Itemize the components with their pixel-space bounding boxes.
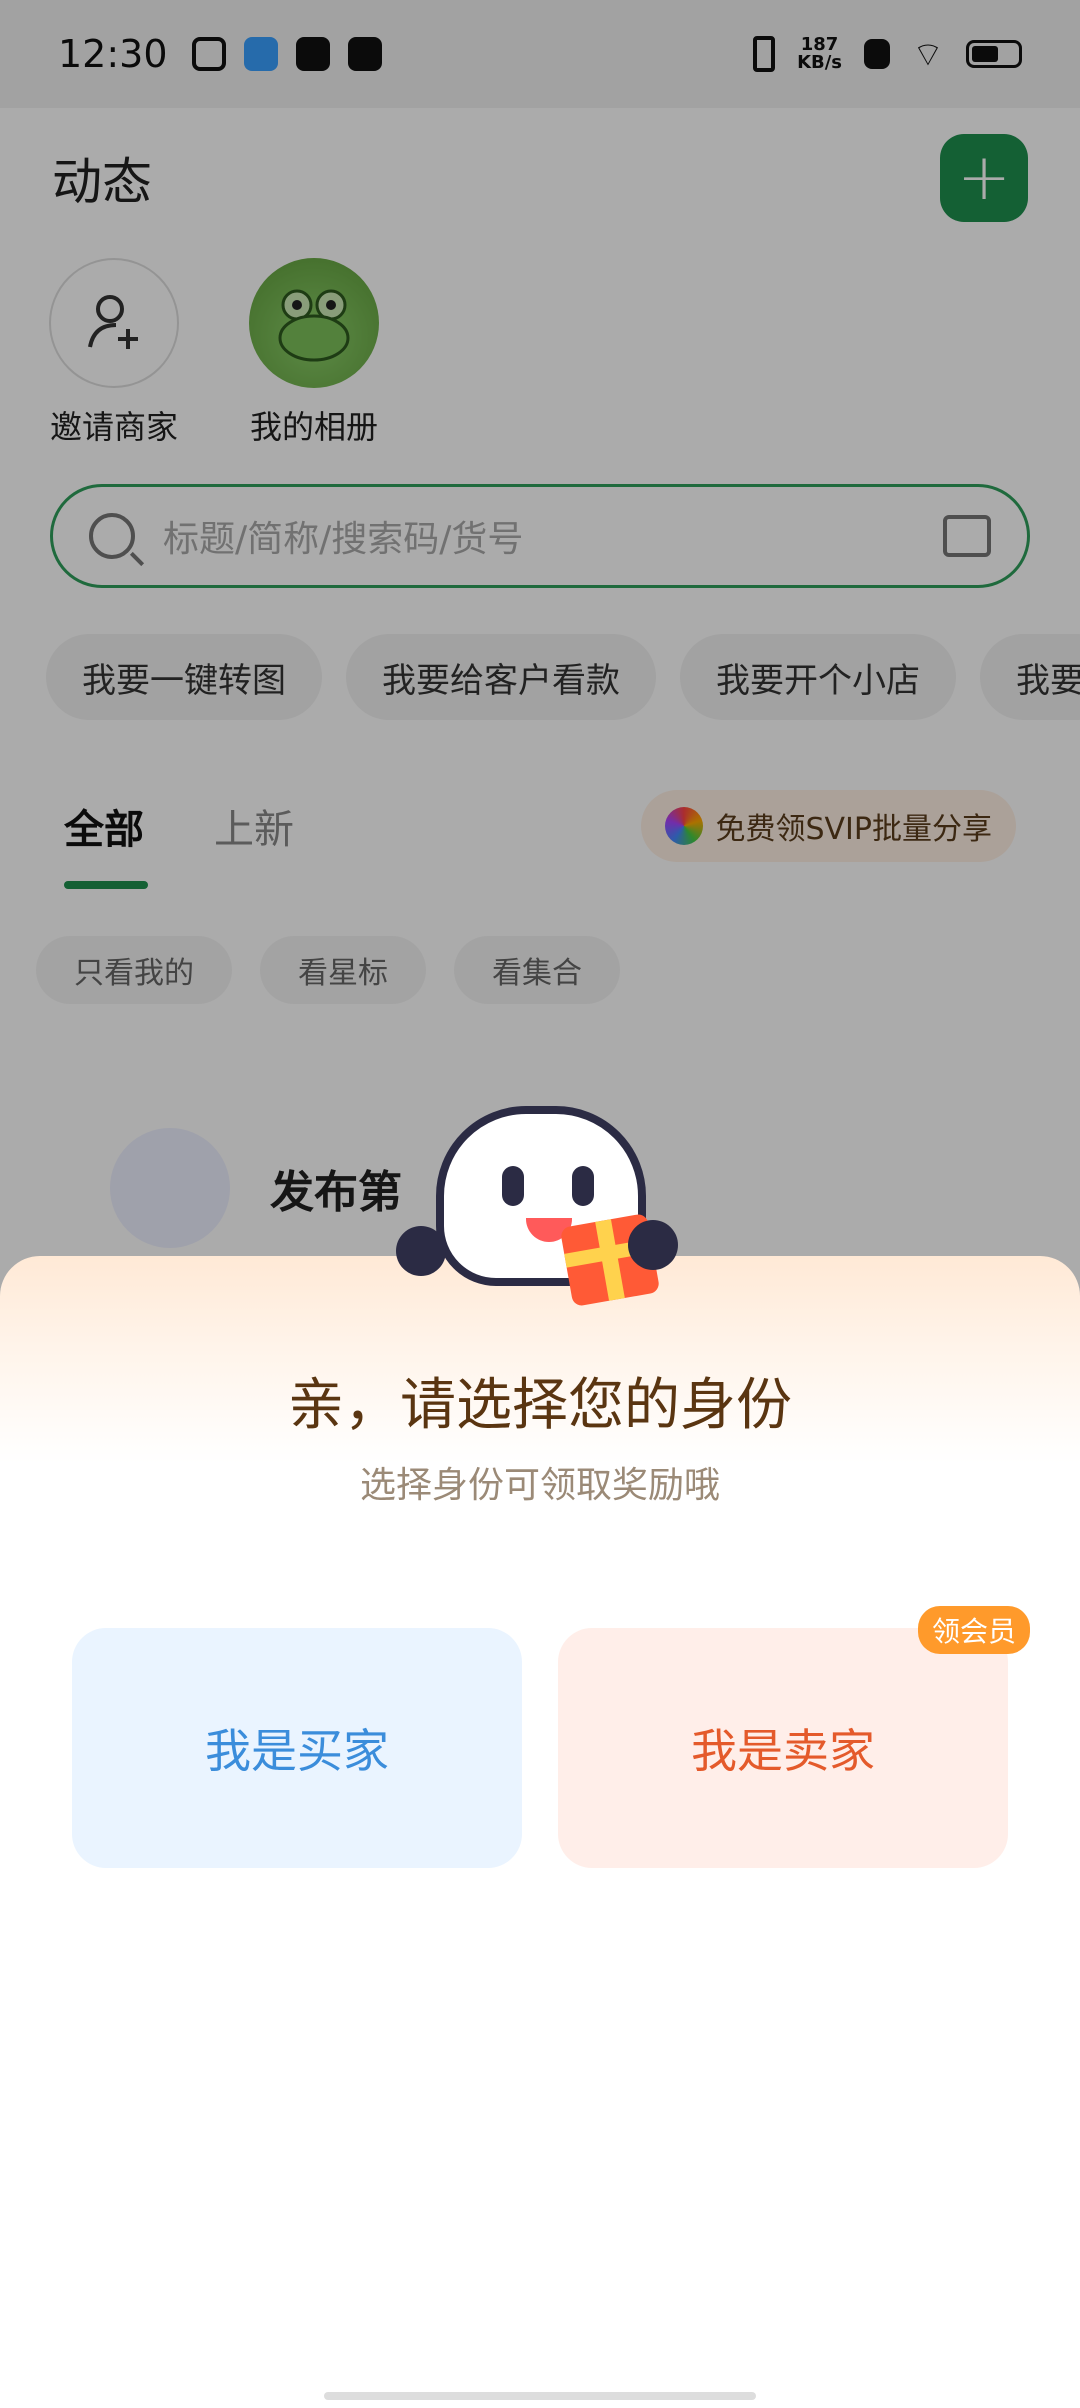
mascot-gift-icon <box>396 1096 696 1336</box>
buyer-button[interactable]: 我是买家 <box>72 1628 522 1868</box>
member-reward-badge: 领会员 <box>918 1606 1031 1654</box>
home-indicator[interactable] <box>324 2392 756 2400</box>
seller-button[interactable]: 我是卖家 <box>558 1628 1008 1868</box>
mascot-hand-left <box>396 1226 446 1276</box>
mascot-hand-right <box>628 1220 678 1270</box>
mascot-eye-right <box>572 1166 594 1206</box>
identity-sheet: 亲，请选择您的身份 选择身份可领取奖励哦 我是买家 我是卖家 领会员 <box>0 1256 1080 2408</box>
sheet-title: 亲，请选择您的身份 <box>288 1373 792 1438</box>
mascot-eye-left <box>502 1166 524 1206</box>
sheet-subtitle: 选择身份可领取奖励哦 <box>359 1465 720 1506</box>
screen: 12:30 187 KB/s ⌔ 动态 + 邀请商家 我的相册 标题/简称/搜索… <box>0 0 1080 2408</box>
